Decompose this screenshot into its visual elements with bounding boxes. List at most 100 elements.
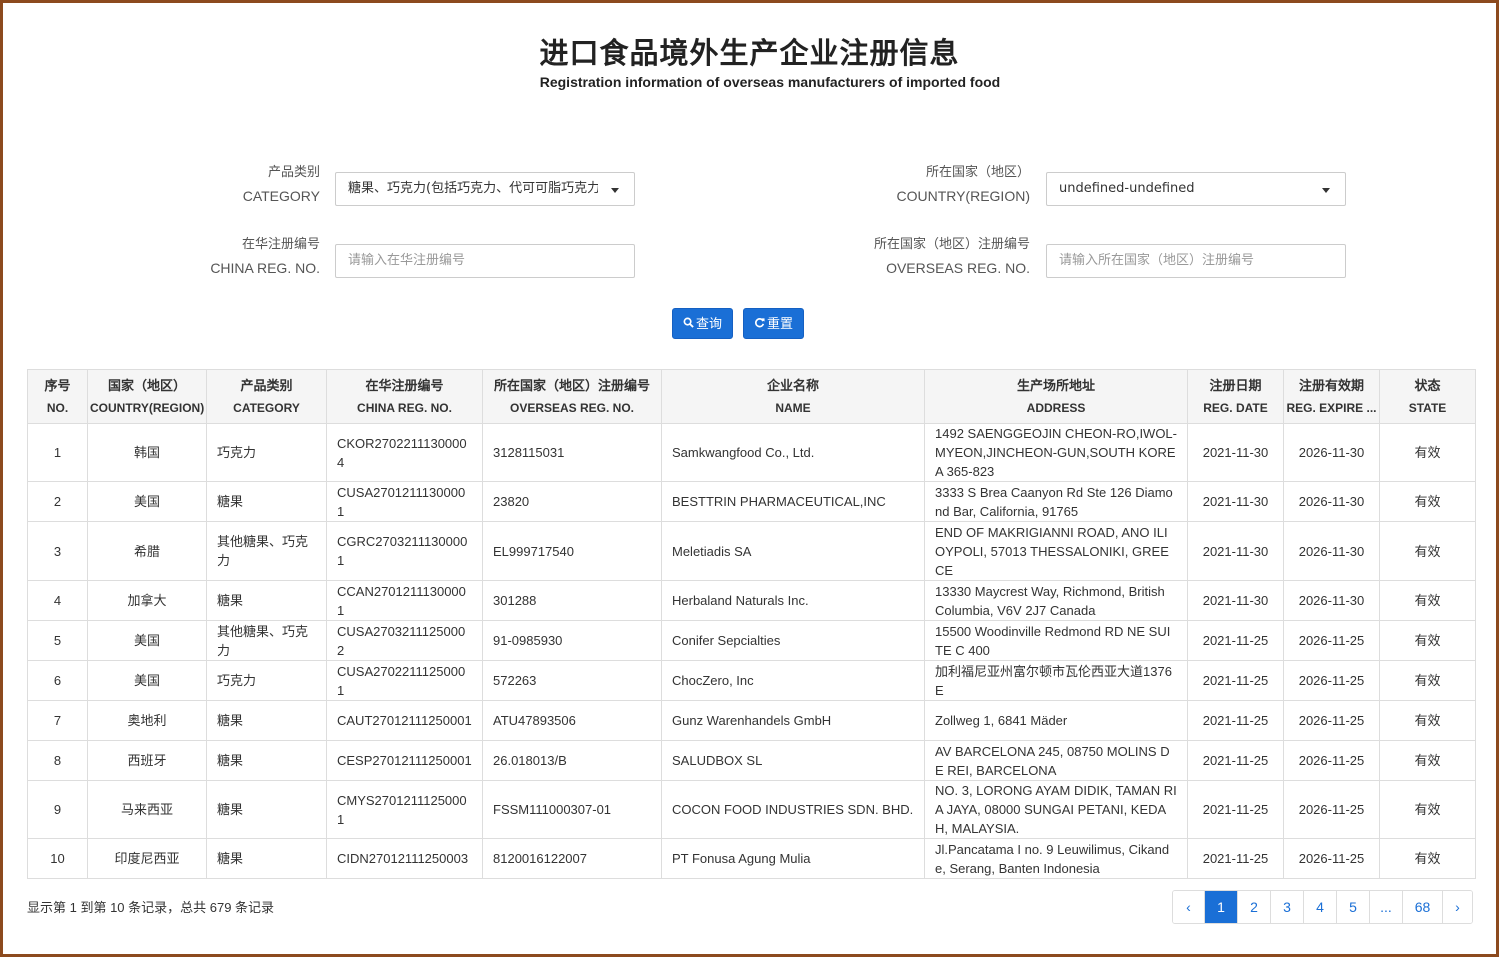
china-reg-label: 在华注册编号 CHINA REG. NO. — [150, 232, 320, 280]
cell-china-reg: CKOR27022111300004 — [326, 423, 483, 482]
header-label-en: STATE — [1408, 400, 1447, 415]
caret-down-icon — [1322, 188, 1330, 193]
cell-no: 10 — [27, 838, 88, 879]
column-header-address[interactable]: 生产场所地址 ADDRESS — [924, 369, 1188, 424]
header-label-en: OVERSEAS REG. NO. — [509, 400, 635, 415]
pagination-next[interactable]: › — [1443, 891, 1472, 923]
pagination-page[interactable]: 68 — [1403, 891, 1443, 923]
column-header-country[interactable]: 国家（地区） COUNTRY(REGION) — [87, 369, 207, 424]
column-header-no[interactable]: 序号 NO. — [27, 369, 88, 424]
cell-category: 其他糖果、巧克力 — [206, 620, 327, 661]
header-label-en: NAME — [775, 400, 811, 415]
overseas-reg-label-cn: 所在国家（地区）注册编号 — [873, 236, 1030, 251]
header-label-cn: 在华注册编号 — [365, 377, 444, 393]
pagination-page[interactable]: 5 — [1337, 891, 1370, 923]
header-label-cn: 国家（地区） — [107, 377, 186, 393]
pagination-page[interactable]: 4 — [1304, 891, 1337, 923]
cell-category: 糖果 — [206, 580, 327, 621]
cell-expire: 2026-11-25 — [1283, 660, 1380, 701]
overseas-reg-input[interactable]: 请输入所在国家（地区）注册编号 — [1046, 244, 1346, 278]
cell-no: 1 — [27, 423, 88, 482]
pagination: ‹ 1 2 3 4 5 ... 68 › — [1172, 890, 1473, 924]
cell-expire: 2026-11-30 — [1283, 423, 1380, 482]
country-label: 所在国家（地区） COUNTRY(REGION) — [830, 160, 1030, 208]
table-row: 2 美国 糖果 CUSA27012111300001 23820 BESTTRIN PHA… — [27, 481, 1476, 522]
cell-country: 马来西亚 — [87, 780, 207, 839]
pagination-page[interactable]: 1 — [1205, 891, 1238, 923]
header-label-en: ADDRESS — [1026, 400, 1086, 415]
cell-address: Jl.Pancatama I no. 9 Leuwilimus, Cikande… — [924, 838, 1188, 879]
cell-name: Meletiadis SA — [661, 521, 925, 581]
column-header-overseas-reg[interactable]: 所在国家（地区）注册编号 OVERSEAS REG. NO. — [482, 369, 662, 424]
china-reg-input[interactable]: 请输入在华注册编号 — [335, 244, 635, 278]
column-header-category[interactable]: 产品类别 CATEGORY — [206, 369, 327, 424]
header-label-en: CATEGORY — [233, 400, 300, 415]
category-label-en: CATEGORY — [242, 188, 320, 204]
cell-name: ChocZero, Inc — [661, 660, 925, 701]
cell-name: Samkwangfood Co., Ltd. — [661, 423, 925, 482]
cell-category: 糖果 — [206, 481, 327, 522]
cell-name: Gunz Warenhandels GmbH — [661, 700, 925, 741]
cell-overseas-reg: 8120016122007 — [482, 838, 662, 879]
table-row: 8 西班牙 糖果 CESP27012111250001 26.018013/B SALUD… — [27, 740, 1476, 781]
category-select[interactable]: 糖果、巧克力(包括巧克力、代可可脂巧克力及其制品) — [335, 172, 635, 206]
records-summary: 显示第 1 到第 10 条记录，总共 679 条记录 — [27, 900, 275, 915]
cell-expire: 2026-11-25 — [1283, 780, 1380, 839]
country-select[interactable]: undefined-undefined — [1046, 172, 1346, 206]
cell-state: 有效 — [1379, 423, 1476, 482]
cell-expire: 2026-11-30 — [1283, 580, 1380, 621]
category-label-cn: 产品类别 — [267, 164, 320, 179]
column-header-name[interactable]: 企业名称 NAME — [661, 369, 925, 424]
caret-down-icon — [611, 188, 619, 193]
cell-name: SALUDBOX SL — [661, 740, 925, 781]
reset-button-label: 重置 — [767, 316, 794, 331]
cell-no: 7 — [27, 700, 88, 741]
refresh-icon — [754, 310, 765, 339]
cell-address: 3333 S Brea Caanyon Rd Ste 126 Diamond B… — [924, 481, 1188, 522]
reset-button[interactable]: 重置 — [743, 308, 805, 339]
cell-country: 美国 — [87, 660, 207, 701]
china-reg-placeholder: 请输入在华注册编号 — [348, 253, 466, 268]
cell-reg-date: 2021-11-30 — [1187, 580, 1284, 621]
page-subtitle: Registration information of overseas man… — [539, 74, 1001, 90]
cell-overseas-reg: 23820 — [482, 481, 662, 522]
category-label: 产品类别 CATEGORY — [150, 160, 320, 208]
country-label-cn: 所在国家（地区） — [925, 164, 1030, 179]
cell-name: COCON FOOD INDUSTRIES SDN. BHD. — [661, 780, 925, 839]
column-header-expire[interactable]: 注册有效期 REG. EXPIRE ... — [1283, 369, 1380, 424]
table-row: 7 奥地利 糖果 CAUT27012111250001 ATU47893506 Gunz … — [27, 700, 1476, 741]
search-button[interactable]: 查询 — [672, 308, 734, 339]
column-header-state[interactable]: 状态 STATE — [1379, 369, 1476, 424]
cell-expire: 2026-11-30 — [1283, 481, 1380, 522]
header-label-en: REG. DATE — [1203, 400, 1268, 415]
cell-china-reg: CESP27012111250001 — [326, 740, 483, 781]
pagination-prev[interactable]: ‹ — [1173, 891, 1205, 923]
cell-reg-date: 2021-11-25 — [1187, 838, 1284, 879]
table-row: 6 美国 巧克力 CUSA27022111250001 572263 ChocZero, … — [27, 660, 1476, 701]
table-row: 3 希腊 其他糖果、巧克力 CGRC27032111300001 EL999717540… — [27, 521, 1476, 581]
results-table: 序号 NO. 国家（地区） COUNTRY(REGION) 产品类别 CATEGORY… — [27, 369, 1476, 879]
cell-overseas-reg: EL999717540 — [482, 521, 662, 581]
cell-address: 15500 Woodinville Redmond RD NE SUITE C … — [924, 620, 1188, 661]
header-label-en: COUNTRY(REGION) — [90, 400, 205, 415]
cell-state: 有效 — [1379, 660, 1476, 701]
pagination-page[interactable]: 2 — [1238, 891, 1271, 923]
cell-no: 3 — [27, 521, 88, 581]
column-header-china-reg[interactable]: 在华注册编号 CHINA REG. NO. — [326, 369, 483, 424]
cell-overseas-reg: 3128115031 — [482, 423, 662, 482]
cell-expire: 2026-11-25 — [1283, 620, 1380, 661]
header-label-cn: 生产场所地址 — [1016, 377, 1095, 393]
cell-overseas-reg: 91-0985930 — [482, 620, 662, 661]
cell-china-reg: CCAN27012111300001 — [326, 580, 483, 621]
header-label-en: NO. — [46, 400, 69, 415]
cell-overseas-reg: 301288 — [482, 580, 662, 621]
cell-china-reg: CGRC27032111300001 — [326, 521, 483, 581]
china-reg-label-cn: 在华注册编号 — [241, 236, 320, 251]
cell-no: 4 — [27, 580, 88, 621]
cell-address: Zollweg 1, 6841 Mäder — [924, 700, 1188, 741]
cell-no: 9 — [27, 780, 88, 839]
pagination-page[interactable]: 3 — [1271, 891, 1304, 923]
table-row: 5 美国 其他糖果、巧克力 CUSA27032111250002 91-0985930 C… — [27, 620, 1476, 661]
cell-country: 西班牙 — [87, 740, 207, 781]
column-header-reg-date[interactable]: 注册日期 REG. DATE — [1187, 369, 1284, 424]
